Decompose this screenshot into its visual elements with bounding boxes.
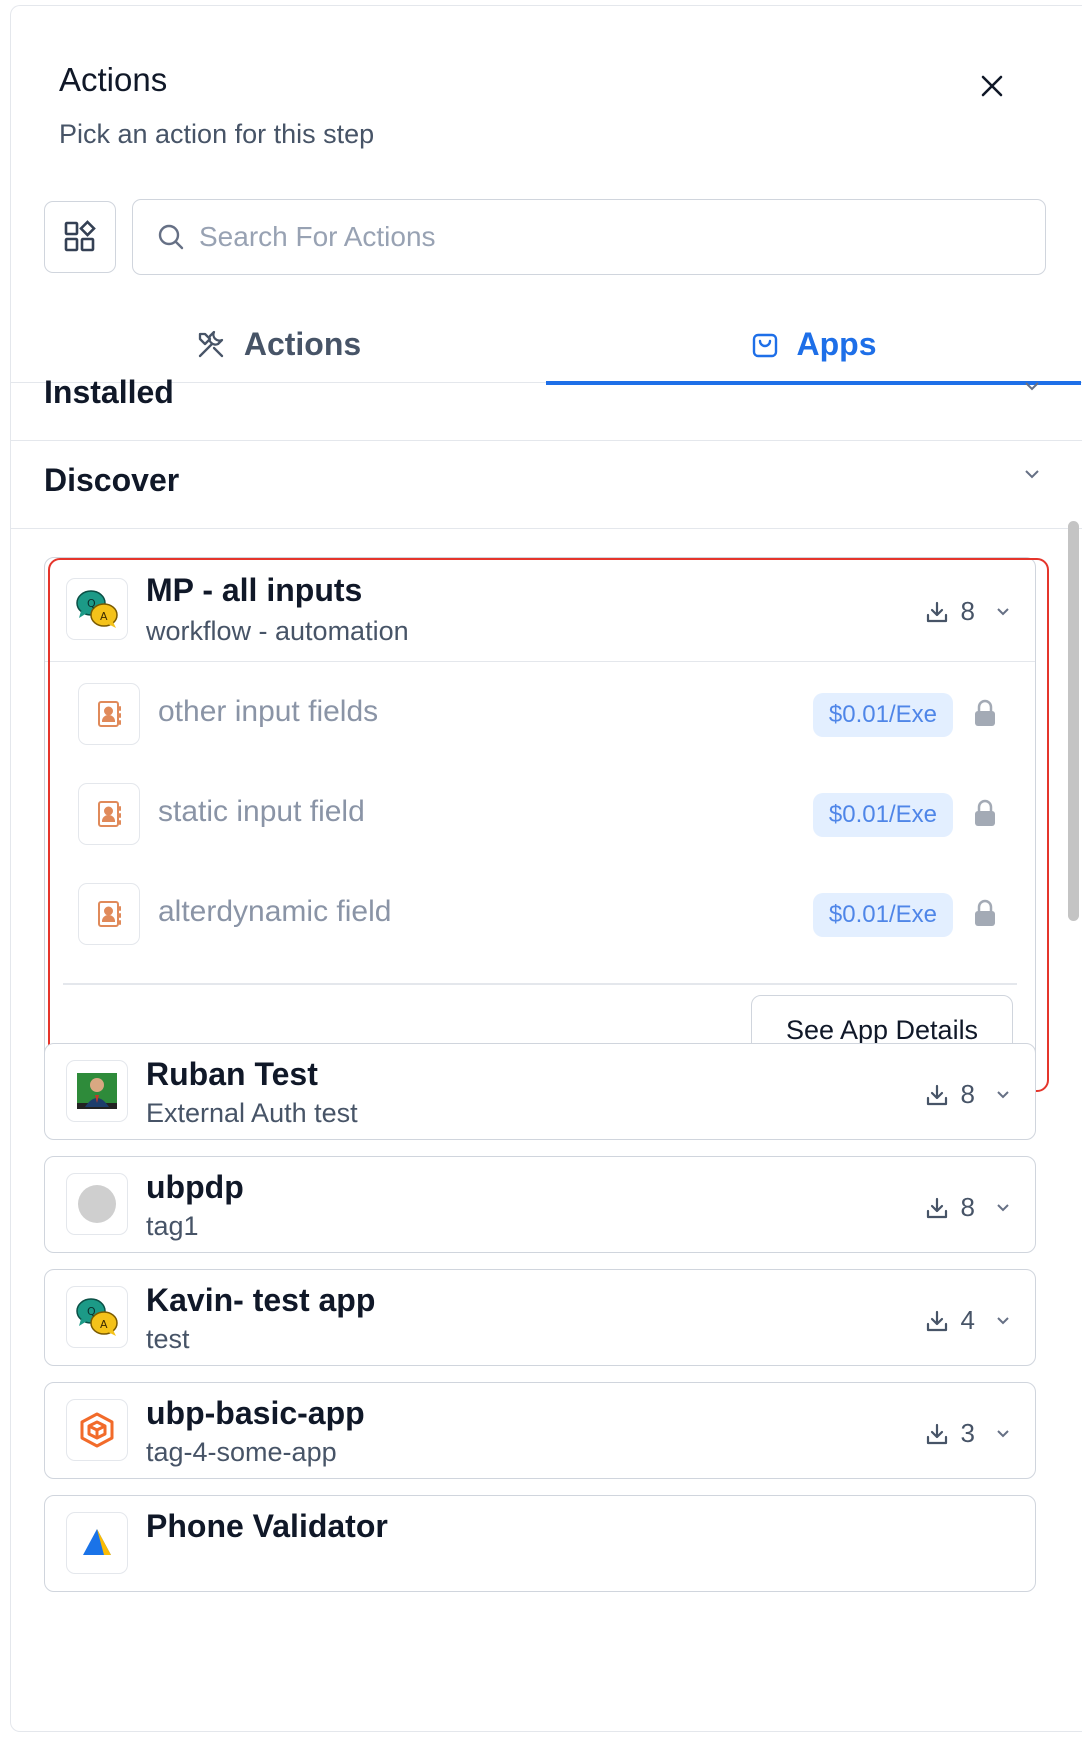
app-name: Phone Validator [146,1508,388,1544]
app-name: ubpdp [146,1169,244,1205]
app-logo: Q A [66,1286,128,1348]
lock-icon [975,899,995,926]
price-badge: $0.01/Exe [812,693,953,737]
app-tag: test [146,1324,190,1354]
grid-icon [64,220,96,252]
lock-icon [975,699,995,726]
placeholder-logo-icon [78,1185,116,1223]
app-card-header[interactable]: ubpdp tag1 8 [45,1157,1035,1260]
search-icon [158,224,184,250]
install-count: 8 [925,1192,1011,1223]
app-card-header[interactable]: Q A Kavin- test app test 4 [45,1270,1035,1373]
close-button[interactable] [972,66,1012,106]
install-count: 4 [925,1305,1011,1336]
action-icon [78,883,140,945]
chevron-down-icon [997,607,1009,615]
install-count-value: 3 [960,1418,975,1448]
download-icon [926,1423,947,1444]
app-card-ruban-test[interactable]: Ruban Test External Auth test 8 [44,1043,1036,1140]
app-card-kavin-test-app[interactable]: Q A Kavin- test app test 4 [44,1269,1036,1366]
app-tag: External Auth test [146,1098,358,1128]
qa-chat-logo-icon: Q A [76,590,118,628]
app-card-header[interactable]: ubp-basic-app tag-4-some-app 3 [45,1383,1035,1486]
panel-header: Actions Pick an action for this step [59,61,374,150]
section-discover[interactable]: Discover [11,432,1082,529]
close-icon [981,75,1003,97]
panel-subtitle: Pick an action for this step [59,119,375,149]
app-name: Kavin- test app [146,1282,376,1318]
action-row[interactable]: other input fields $0.01/Exe [45,662,1035,762]
app-card-header[interactable]: Q A MP - all inputs workflow - automatio… [45,558,1035,661]
app-logo [66,1399,128,1461]
action-icon [78,783,140,845]
contact-book-icon [98,901,121,927]
chevron-down-icon [1025,382,1039,391]
app-logo [66,1173,128,1235]
search-field[interactable] [132,199,1046,275]
app-tag: workflow - automation [146,616,409,646]
app-list[interactable]: Q A MP - all inputs workflow - automatio… [11,521,1082,1633]
app-action-list: other input fields $0.01/Exe static inpu… [45,661,1035,962]
app-card-header[interactable]: Phone Validator [45,1496,1035,1599]
install-count-value: 8 [960,1192,975,1222]
price-badge: $0.01/Exe [812,793,953,837]
install-count-value: 8 [960,596,975,626]
install-count: 8 [925,1079,1011,1110]
download-icon [926,1197,947,1218]
section-discover-label: Discover [44,461,180,498]
app-card-mp-all-inputs: Q A MP - all inputs workflow - automatio… [44,557,1036,1087]
chevron-down-icon [1025,470,1039,479]
app-logo [66,1060,128,1122]
qa-chat-logo-icon: Q A [76,1298,118,1336]
contact-book-icon [98,701,121,727]
contact-book-icon [98,801,121,827]
search-input[interactable] [199,221,1019,253]
panel-title: Actions [59,61,168,98]
app-tag: tag-4-some-app [146,1437,337,1467]
action-name: alterdynamic field [158,895,392,928]
svg-text:Q: Q [87,1305,96,1318]
view-toggle-button[interactable] [44,201,116,273]
app-name: MP - all inputs [146,572,363,608]
action-icon [78,683,140,745]
svg-text:A: A [100,610,108,623]
app-card-header[interactable]: Ruban Test External Auth test 8 [45,1044,1035,1147]
section-installed-label: Installed [44,373,174,410]
download-icon [926,601,947,622]
actions-panel: Actions Pick an action for this step Sea… [10,5,1082,1732]
action-name: static input field [158,795,365,828]
download-icon [926,1310,947,1331]
app-name: ubp-basic-app [146,1395,365,1431]
scrollbar-thumb[interactable] [1068,521,1079,921]
app-card-ubp-basic-app[interactable]: ubp-basic-app tag-4-some-app 3 [44,1382,1036,1479]
app-name: Ruban Test [146,1056,318,1092]
section-installed[interactable]: Installed [11,344,1082,441]
app-card-phone-validator[interactable]: Phone Validator [44,1495,1036,1592]
download-icon [926,1084,947,1105]
svg-text:A: A [100,1318,108,1331]
install-count-value: 4 [960,1305,975,1335]
lock-icon [975,799,995,826]
svg-text:Q: Q [87,597,96,610]
chevron-down-icon [997,1316,1009,1324]
triangle-logo-icon [83,1529,111,1555]
cube-logo-icon [80,1412,114,1448]
app-tag: tag1 [146,1211,199,1241]
divider [63,983,1017,985]
install-count: 8 [925,596,1011,627]
chevron-down-icon [997,1429,1009,1437]
chevron-down-icon [997,1090,1009,1098]
install-count-value: 8 [960,1079,975,1109]
install-count: 3 [925,1418,1011,1449]
chevron-down-icon [997,1203,1009,1211]
action-row[interactable]: static input field $0.01/Exe [45,762,1035,862]
action-row[interactable]: alterdynamic field $0.01/Exe [45,862,1035,962]
app-logo [66,1512,128,1574]
app-card-ubpdp[interactable]: ubpdp tag1 8 [44,1156,1036,1253]
person-photo-logo-icon [77,1073,117,1109]
action-name: other input fields [158,695,379,728]
price-badge: $0.01/Exe [812,893,953,937]
app-logo: Q A [66,578,128,640]
